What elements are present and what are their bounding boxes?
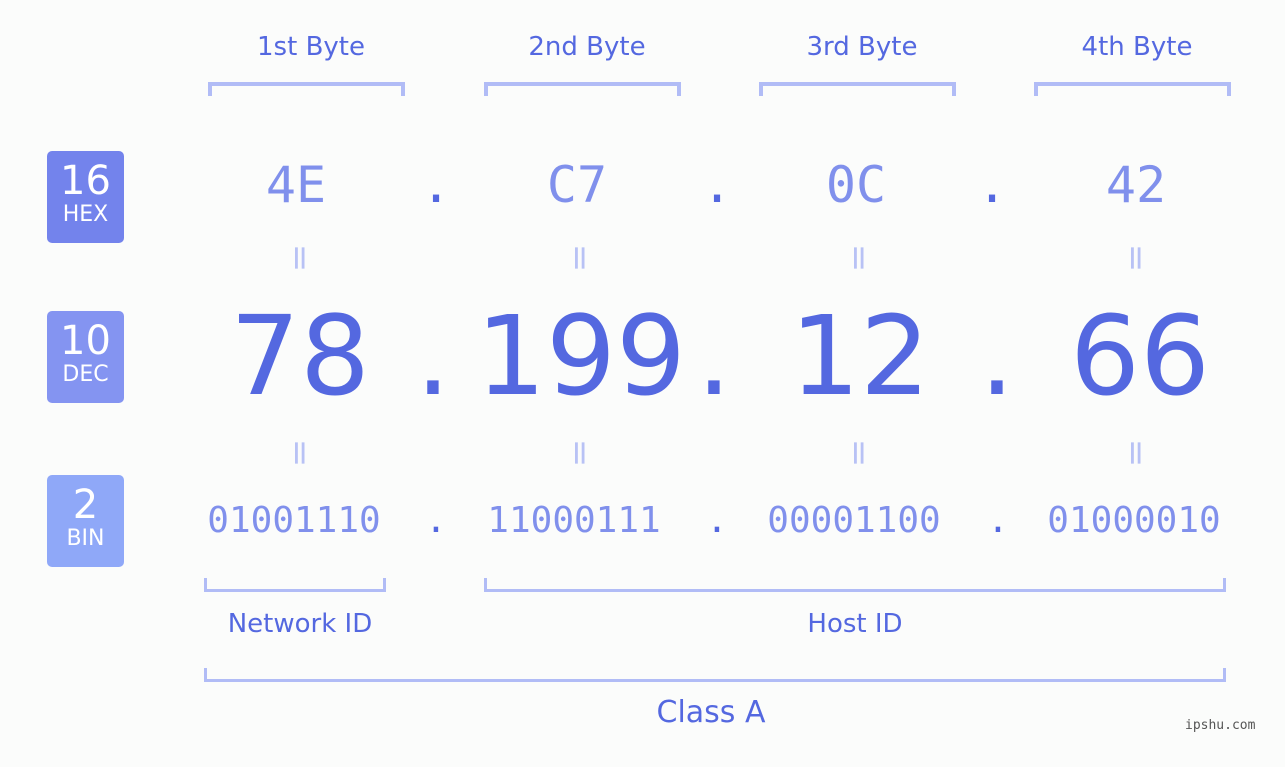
hex-badge: 16 HEX: [47, 151, 124, 243]
equals-sign: =: [1116, 243, 1156, 273]
equals-sign: =: [1116, 438, 1156, 468]
byte-bracket-4: [1034, 82, 1231, 96]
dec-value-4: 66: [1070, 292, 1210, 420]
equals-sign: =: [560, 438, 600, 468]
class-label: Class A: [656, 695, 766, 730]
equals-sign: =: [839, 243, 879, 273]
hex-badge-label: HEX: [62, 202, 109, 227]
byte-label-3: 3rd Byte: [806, 32, 918, 62]
dec-badge-base: 10: [60, 318, 111, 364]
bin-badge-base: 2: [72, 482, 99, 528]
class-bracket: [204, 668, 1226, 682]
watermark: ipshu.com: [1185, 718, 1256, 733]
byte-bracket-2: [484, 82, 681, 96]
byte-label-1: 1st Byte: [257, 32, 365, 62]
bin-badge: 2 BIN: [47, 475, 124, 567]
hex-value-4: 42: [1105, 156, 1167, 214]
network-id-bracket: [204, 578, 386, 592]
dec-badge-label: DEC: [62, 362, 109, 387]
byte-bracket-1: [208, 82, 405, 96]
bin-badge-label: BIN: [66, 526, 105, 551]
network-id-label: Network ID: [227, 609, 373, 639]
host-id-label: Host ID: [807, 609, 903, 639]
dec-badge: 10 DEC: [47, 311, 124, 403]
host-id-bracket: [484, 578, 1226, 592]
equals-sign: =: [280, 243, 320, 273]
hex-badge-base: 16: [60, 158, 111, 204]
bin-value-4: 01000010: [1047, 500, 1221, 541]
equals-sign: =: [560, 243, 600, 273]
equals-sign: =: [839, 438, 879, 468]
equals-sign: =: [280, 438, 320, 468]
byte-label-4: 4th Byte: [1081, 32, 1193, 62]
byte-label-2: 2nd Byte: [528, 32, 646, 62]
byte-bracket-3: [759, 82, 956, 96]
